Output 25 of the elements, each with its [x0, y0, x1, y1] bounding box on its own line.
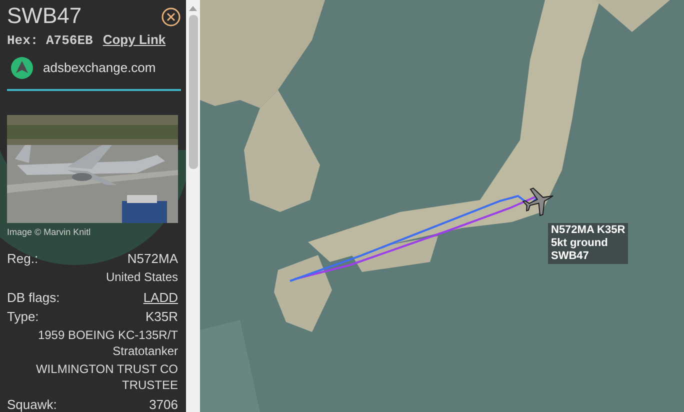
hex-code: Hex: A756EB	[7, 32, 93, 50]
label-line: N572MA K35R	[551, 224, 626, 237]
detail-label: Squawk:	[7, 396, 57, 412]
callsign-title: SWB47	[7, 2, 82, 30]
detail-value: 3706	[149, 396, 178, 412]
source-link[interactable]: adsbexchange.com	[43, 58, 156, 78]
map[interactable]: N572MA K35R 5kt ground SWB47	[200, 0, 684, 412]
detail-value: 1959 BOEING KC-135R/T Stratotanker	[36, 326, 178, 360]
flag-link[interactable]: LADD	[143, 288, 178, 307]
label-line: SWB47	[551, 250, 590, 263]
detail-value: WILMINGTON TRUST CO TRUSTEE	[34, 360, 178, 394]
copy-link[interactable]: Copy Link	[102, 30, 166, 50]
scroll-up-icon[interactable]	[188, 4, 198, 12]
detail-value: United States	[106, 268, 178, 286]
photo-credit: Image © Marvin Knitl	[7, 226, 92, 239]
detail-value: N572MA	[127, 250, 178, 268]
detail-label: Type:	[7, 308, 39, 326]
detail-value: K35R	[145, 308, 178, 326]
detail-label: Reg.:	[7, 250, 38, 268]
scrollbar[interactable]	[186, 0, 200, 412]
close-button[interactable]	[161, 7, 181, 27]
detail-label: DB flags:	[7, 288, 60, 307]
logo-icon	[11, 56, 33, 78]
scroll-thumb[interactable]	[188, 15, 198, 169]
label-line: 5kt ground	[551, 237, 609, 250]
